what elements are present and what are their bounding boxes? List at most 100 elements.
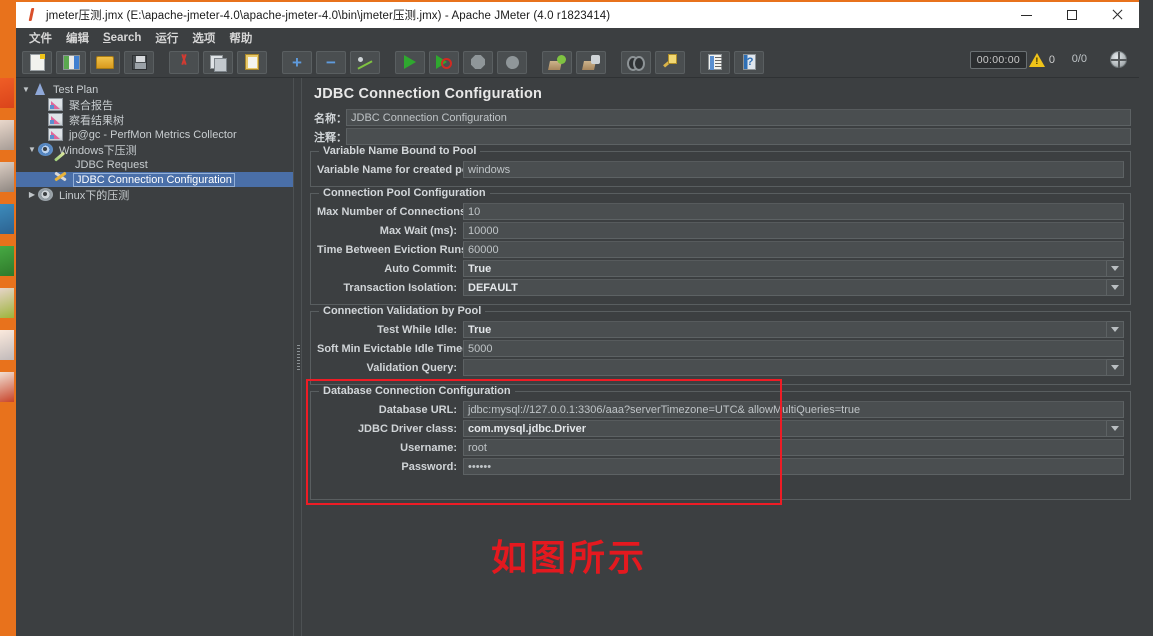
variable-name-for-created-pool-input[interactable]: windows	[463, 161, 1124, 178]
open-button[interactable]	[90, 50, 120, 74]
chevron-down-icon[interactable]	[1107, 420, 1124, 437]
field-row: Test While Idle: True	[317, 321, 1124, 338]
chevron-down-icon[interactable]	[1107, 279, 1124, 296]
menu-search[interactable]: Search	[96, 30, 148, 46]
save-button[interactable]	[124, 50, 154, 74]
validation-query-select[interactable]	[463, 359, 1124, 376]
field-row: Validation Query:	[317, 359, 1124, 376]
shutdown-button[interactable]	[497, 50, 527, 74]
jdbc-driver-class-label: JDBC Driver class:	[357, 422, 457, 435]
tree-node-jdbc-connection-configuration[interactable]: JDBC Connection Configuration	[16, 172, 293, 187]
auto-commit-select[interactable]: True	[463, 260, 1124, 277]
search-button[interactable]	[621, 50, 651, 74]
tree-node-jdbc-request[interactable]: JDBC Request	[16, 157, 293, 172]
expand-toggle-icon[interactable]: ▶	[26, 190, 38, 199]
group-title: Database Connection Configuration	[319, 385, 515, 397]
chevron-down-icon[interactable]	[1107, 359, 1124, 376]
help-button[interactable]	[734, 50, 764, 74]
tree-node-aggregate-report[interactable]: 聚合报告	[16, 97, 293, 112]
field-row: Max Wait (ms): 10000	[317, 222, 1124, 239]
menu-edit[interactable]: 编辑	[59, 28, 96, 48]
menu-file[interactable]: 文件	[22, 28, 59, 48]
minus-icon: −	[326, 52, 336, 72]
time-between-eviction-runs-input[interactable]: 60000	[463, 241, 1124, 258]
toggle-button[interactable]	[350, 50, 380, 74]
toggle-icon	[357, 55, 373, 69]
max-number-of-connections-input[interactable]: 10	[463, 203, 1124, 220]
start-button[interactable]	[395, 50, 425, 74]
warning-indicator[interactable]: 0	[1028, 53, 1055, 67]
menu-run[interactable]: 运行	[148, 28, 185, 48]
minimize-button[interactable]	[1004, 2, 1049, 28]
expand-toggle-icon[interactable]: ▼	[26, 145, 38, 154]
transaction-isolation-select[interactable]: DEFAULT	[463, 279, 1124, 296]
password-label: Password:	[401, 460, 457, 473]
time-between-eviction-runs-label: Time Between Eviction Runs (ms):	[317, 243, 498, 256]
group-title: Connection Pool Configuration	[319, 187, 490, 199]
clear-all-icon	[583, 54, 600, 70]
group-database-connection-configuration: Database Connection Configuration Databa…	[310, 385, 1131, 500]
menu-options[interactable]: 选项	[185, 28, 222, 48]
soft-min-evictable-idle-time-input[interactable]: 5000	[463, 340, 1124, 357]
chevron-down-icon[interactable]	[1107, 321, 1124, 338]
group-connection-pool-configuration: Connection Pool Configuration Max Number…	[310, 187, 1131, 305]
collapse-all-button[interactable]: −	[316, 50, 346, 74]
split-pane-divider[interactable]	[293, 78, 302, 636]
max-wait-input[interactable]: 10000	[463, 222, 1124, 239]
name-input[interactable]: JDBC Connection Configuration	[346, 109, 1131, 126]
expand-all-button[interactable]: +	[282, 50, 312, 74]
tree-node-linux-thread-group[interactable]: ▶ Linux下的压测	[16, 187, 293, 202]
username-input[interactable]: root	[463, 439, 1124, 456]
jmeter-application-window: jmeter压测.jmx (E:\apache-jmeter-4.0\apach…	[0, 0, 1153, 636]
paste-button[interactable]	[237, 50, 267, 74]
cut-button[interactable]	[169, 50, 199, 74]
jdbc-request-icon	[54, 158, 69, 171]
comment-input[interactable]	[346, 128, 1131, 145]
function-helper-button[interactable]	[700, 50, 730, 74]
auto-commit-label: Auto Commit:	[384, 262, 457, 275]
shutdown-icon	[505, 55, 519, 69]
remote-engines-indicator[interactable]	[1110, 51, 1127, 68]
window-controls	[1004, 2, 1139, 28]
tree-node-test-plan[interactable]: ▼ Test Plan	[16, 82, 293, 97]
max-number-of-connections-label: Max Number of Connections:	[317, 205, 470, 218]
database-url-input[interactable]: jdbc:mysql://127.0.0.1:3306/aaa?serverTi…	[463, 401, 1124, 418]
maximize-button[interactable]	[1049, 2, 1094, 28]
copy-button[interactable]	[203, 50, 233, 74]
jdbc-driver-class-select[interactable]: com.mysql.jdbc.Driver	[463, 420, 1124, 437]
clear-all-button[interactable]	[576, 50, 606, 74]
group-content: Database URL: jdbc:mysql://127.0.0.1:330…	[317, 392, 1124, 475]
scissors-icon	[176, 54, 192, 70]
start-no-pauses-button[interactable]	[429, 50, 459, 74]
title-bar: jmeter压测.jmx (E:\apache-jmeter-4.0\apach…	[16, 2, 1139, 28]
tree-node-view-results-tree[interactable]: 察看结果树	[16, 112, 293, 127]
window-title: jmeter压测.jmx (E:\apache-jmeter-4.0\apach…	[46, 10, 611, 22]
menu-help[interactable]: 帮助	[222, 28, 259, 48]
background-taskbar-icons	[0, 78, 14, 598]
background-icon	[0, 246, 14, 276]
binoculars-icon	[627, 56, 645, 71]
templates-button[interactable]	[56, 50, 86, 74]
transaction-isolation-label: Transaction Isolation:	[343, 281, 457, 294]
maximize-icon	[1066, 10, 1077, 20]
new-button[interactable]	[22, 50, 52, 74]
chevron-down-icon[interactable]	[1107, 260, 1124, 277]
name-row: 名称： JDBC Connection Configuration	[310, 109, 1131, 126]
reset-search-button[interactable]	[655, 50, 685, 74]
field-row: JDBC Driver class: com.mysql.jdbc.Driver	[317, 420, 1124, 437]
background-icon	[0, 204, 14, 234]
jdbc-connection-configuration-panel: JDBC Connection Configuration 名称： JDBC C…	[302, 78, 1139, 636]
clear-button[interactable]	[542, 50, 572, 74]
validation-query-label: Validation Query:	[366, 361, 457, 374]
stop-button[interactable]	[463, 50, 493, 74]
menu-search-mnemonic: S	[103, 31, 111, 44]
tree-node-perfmon-metrics-collector[interactable]: jp@gc - PerfMon Metrics Collector	[16, 127, 293, 142]
tree-node-label: JDBC Connection Configuration	[73, 172, 235, 187]
password-input[interactable]: ••••••	[463, 458, 1124, 475]
test-while-idle-select[interactable]: True	[463, 321, 1124, 338]
close-button[interactable]	[1094, 2, 1139, 28]
warning-triangle-icon	[1028, 53, 1045, 67]
expand-toggle-icon[interactable]: ▼	[20, 85, 32, 94]
save-disk-icon	[131, 54, 147, 70]
comment-row: 注释：	[310, 128, 1131, 145]
